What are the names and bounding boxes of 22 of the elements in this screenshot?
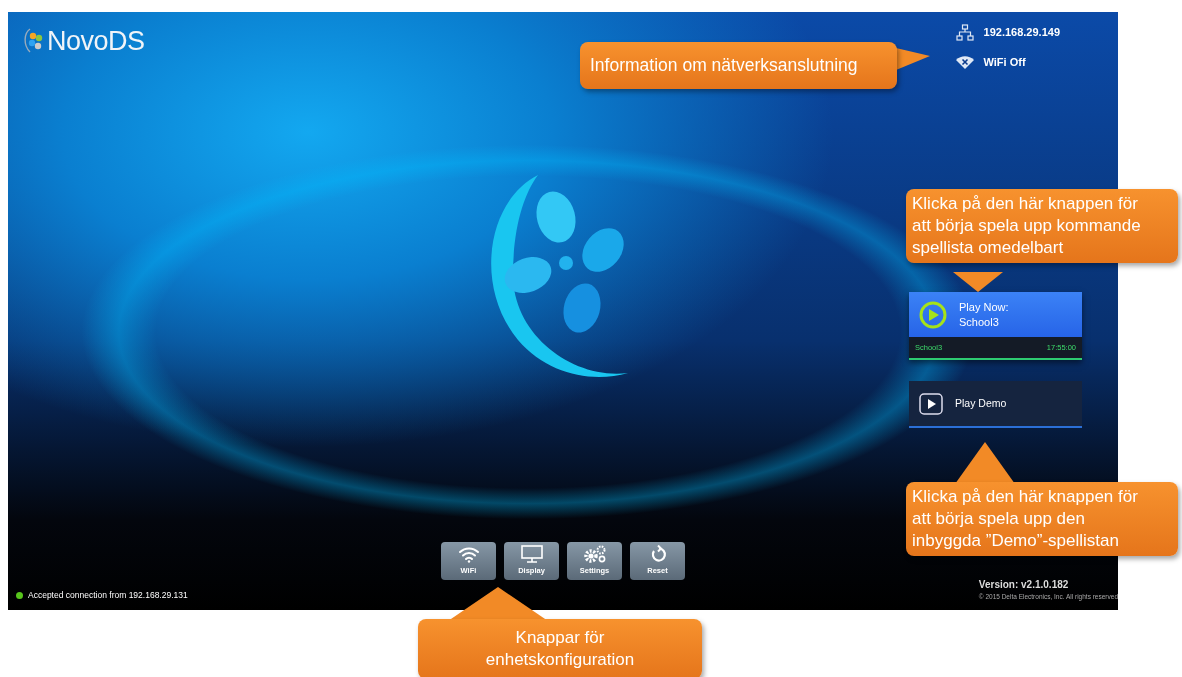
wifi-icon bbox=[457, 545, 480, 563]
callout-pointer bbox=[955, 442, 1015, 484]
callout-text: Klicka på den här knappen för att börja spela upp den inbyggda ”Demo”-spellistan bbox=[906, 482, 1178, 557]
ip-address: 192.168.29.149 bbox=[983, 25, 1060, 41]
version-label: Version: v2.1.0.182 bbox=[978, 578, 1070, 593]
gears-icon bbox=[582, 545, 607, 564]
logo-mark-icon bbox=[22, 28, 44, 54]
callout-text: Knappar för enhetskonfiguration bbox=[418, 619, 702, 677]
logo-text: NovoDS bbox=[47, 24, 145, 58]
callout-text: Information om nätverksanslutning bbox=[580, 42, 897, 89]
monitor-icon bbox=[520, 545, 543, 564]
play-now-label: Play Now: bbox=[959, 299, 1009, 315]
play-circle-icon bbox=[919, 300, 947, 329]
callout-pointer bbox=[896, 48, 930, 70]
play-demo-button[interactable]: Play Demo bbox=[909, 381, 1082, 428]
playlist-name: School3 bbox=[959, 314, 1000, 330]
callout-text: Klicka på den här knappen för att börja spela upp kommande spellista omedelbart bbox=[906, 189, 1178, 264]
network-icon bbox=[955, 24, 974, 41]
play-icon bbox=[919, 392, 943, 415]
wifi-status: WiFi Off bbox=[983, 55, 1026, 70]
status-message: Accepted connection from 192.168.29.131 bbox=[28, 589, 188, 602]
callout-pointer bbox=[953, 272, 1003, 292]
